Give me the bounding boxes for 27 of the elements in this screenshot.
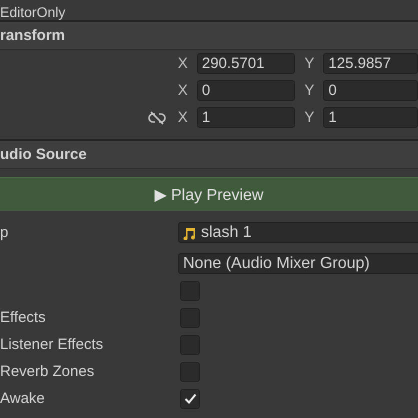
axis-label: Y xyxy=(303,82,316,99)
input-field[interactable]: 125.9857 xyxy=(323,53,418,74)
object-field[interactable]: None (Audio Mixer Group) xyxy=(178,253,418,274)
section-header[interactable]: udio Source xyxy=(0,141,418,169)
input-field[interactable]: 1 xyxy=(323,107,418,128)
toggle-label: Awake xyxy=(0,390,45,407)
input-field[interactable]: 0 xyxy=(323,80,418,101)
play-preview-button[interactable]: ▶ Play Preview xyxy=(0,177,418,211)
input-field[interactable]: 1 xyxy=(196,107,296,128)
input-field[interactable]: 0 xyxy=(196,80,296,101)
toggle-label: Effects xyxy=(0,309,46,326)
axis-label: X xyxy=(176,55,189,72)
toggle-label: Listener Effects xyxy=(0,336,104,353)
field-label: p xyxy=(0,224,10,241)
object-field[interactable]: slash 1 xyxy=(178,222,418,243)
section-header[interactable]: ransform xyxy=(0,22,418,50)
checkbox[interactable] xyxy=(180,388,200,408)
unlink-icon[interactable] xyxy=(148,110,166,124)
toggle-label: Reverb Zones xyxy=(0,363,94,380)
component-label: EditorOnly xyxy=(0,4,66,20)
axis-label: X xyxy=(176,109,189,126)
checkmark-icon xyxy=(184,393,196,404)
music-note-icon xyxy=(183,226,196,240)
input-field[interactable]: 290.5701 xyxy=(196,53,296,74)
axis-label: Y xyxy=(303,109,316,126)
axis-label: X xyxy=(176,82,189,99)
axis-label: Y xyxy=(303,55,316,72)
